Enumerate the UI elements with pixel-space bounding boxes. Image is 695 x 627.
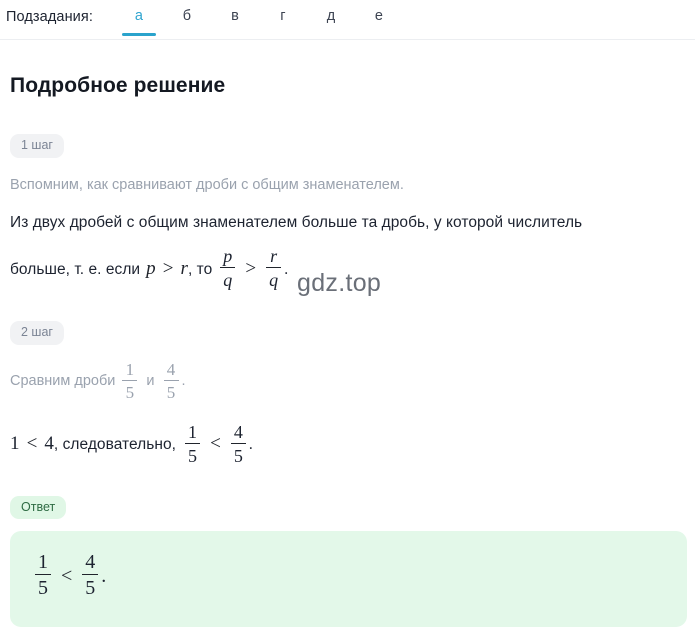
step-1-note: Вспомним, как сравнивают дроби с общим з…	[10, 176, 404, 193]
math-var-r: r	[180, 257, 188, 279]
fraction-p-over-q: p q	[220, 246, 236, 291]
tab-g[interactable]: г	[259, 8, 307, 36]
solution-content: Подробное решение 1 шаг Вспомним, как ср…	[0, 74, 695, 627]
fraction-one-fifth-a-numerator: 1	[125, 359, 135, 379]
fraction-one-fifth-b-numerator: 1	[188, 421, 198, 442]
answer-fraction-four-fifths-numerator: 4	[85, 551, 96, 574]
answer-section: Ответ	[10, 495, 685, 520]
fraction-r-over-q-numerator: r	[270, 246, 278, 267]
answer-badge: Ответ	[10, 495, 67, 520]
step-2-badge: 2 шаг	[10, 321, 64, 345]
step-1-period: .	[284, 260, 289, 278]
tab-b[interactable]: б	[163, 8, 211, 36]
conclusion-period: .	[248, 436, 253, 454]
answer-fraction-four-fifths: 4 5	[82, 551, 99, 598]
answer-fraction-one-fifth-numerator: 1	[38, 551, 48, 574]
step-1-statement-prefix: больше, т. е. если	[10, 260, 141, 278]
step-1-section: 1 шаг	[10, 134, 685, 158]
step-2-compare-line: Сравним дроби 1 5 и 4 5 .	[10, 359, 685, 402]
step-2-period: .	[181, 372, 186, 389]
answer-fraction-one-fifth: 1 5	[35, 552, 51, 598]
step-2-conclusion-line: 1 < 4 , следовательно, 1 5 < 4 5 .	[10, 421, 685, 466]
step-2-conjunction: и	[146, 372, 155, 389]
fraction-four-fifths-a-numerator: 4	[166, 359, 176, 379]
answer-period: .	[101, 564, 107, 587]
tab-b-label: б	[182, 8, 192, 24]
fraction-four-fifths-b: 4 5	[230, 421, 246, 466]
tab-d-label: д	[326, 8, 336, 24]
step-1-statement-line2: больше, т. е. если p > r , то p q > r q …	[10, 246, 685, 291]
page-title: Подробное решение	[10, 74, 226, 97]
fraction-four-fifths-b-numerator: 4	[233, 421, 243, 442]
tab-v-label: в	[231, 8, 239, 24]
math-rel-gt-2: >	[245, 257, 257, 279]
step-2-section: 2 шаг	[10, 321, 685, 345]
math-rel-gt: >	[162, 257, 174, 279]
fraction-four-fifths-a-denominator: 5	[166, 382, 176, 402]
fraction-four-fifths-a: 4 5	[163, 359, 179, 402]
fraction-p-over-q-denominator: q	[223, 270, 233, 291]
step-1-statement-line1: Из двух дробей с общим знаменателем боль…	[10, 214, 583, 232]
fraction-one-fifth-b-denominator: 5	[188, 445, 198, 466]
conclusion-word: , следовательно,	[53, 436, 177, 454]
fraction-one-fifth-a-denominator: 5	[125, 382, 135, 402]
fraction-p-over-q-numerator: p	[223, 246, 233, 267]
tab-a[interactable]: а	[115, 8, 163, 36]
tab-a-label: а	[134, 8, 143, 24]
answer-math-expression: 1 5 < 4 5 .	[32, 551, 687, 599]
conclusion-number-1: 1	[10, 433, 20, 455]
tab-e-label: е	[374, 8, 383, 24]
conclusion-rel-lt-2: <	[210, 433, 221, 455]
answer-box: 1 5 < 4 5 .	[10, 531, 687, 627]
tab-v[interactable]: в	[211, 8, 259, 36]
tab-g-label: г	[280, 8, 286, 24]
step-2-compare-prefix: Сравним дроби	[10, 372, 116, 389]
subtask-tabbar: Подзадания: а б в г д е	[0, 0, 695, 40]
subtasks-label: Подзадания:	[6, 9, 93, 25]
math-var-p: p	[146, 257, 156, 279]
tab-e[interactable]: е	[355, 8, 403, 36]
fraction-one-fifth-b: 1 5	[185, 421, 201, 466]
fraction-four-fifths-b-denominator: 5	[233, 445, 243, 466]
fraction-r-over-q-denominator: q	[269, 270, 279, 291]
answer-rel-lt: <	[61, 564, 73, 587]
step-1-badge: 1 шаг	[10, 134, 64, 158]
subtask-tab-list: а б в г д е	[115, 8, 403, 36]
step-1-then-word: , то	[187, 260, 213, 278]
conclusion-rel-lt: <	[26, 433, 38, 455]
tab-d[interactable]: д	[307, 8, 355, 36]
fraction-r-over-q: r q	[266, 246, 282, 291]
conclusion-number-4: 4	[44, 433, 54, 455]
fraction-one-fifth-a: 1 5	[122, 359, 138, 402]
